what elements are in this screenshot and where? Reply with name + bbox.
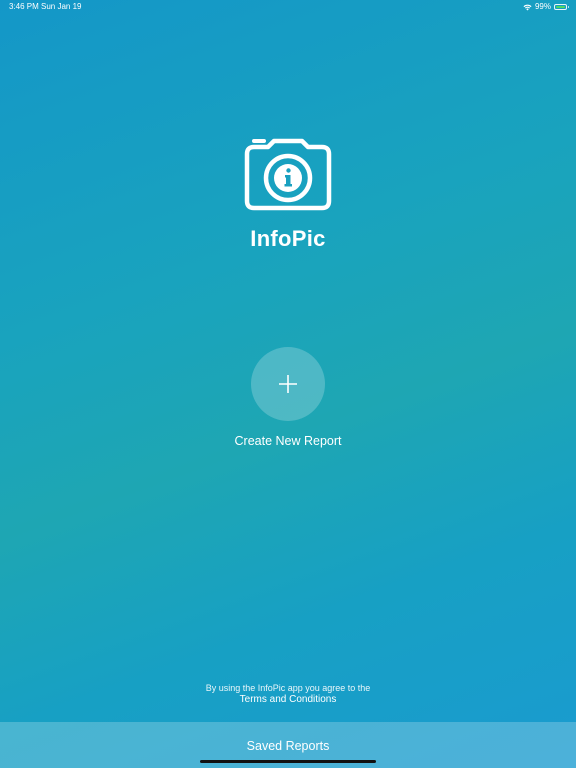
status-bar: 3:46 PM Sun Jan 19 99% bbox=[0, 0, 576, 14]
camera-info-icon bbox=[244, 138, 332, 211]
home-indicator[interactable] bbox=[200, 760, 376, 763]
battery-icon bbox=[554, 4, 569, 10]
status-time: 3:46 PM Sun Jan 19 bbox=[9, 2, 82, 11]
status-indicators: 99% bbox=[523, 0, 569, 14]
app-name: InfoPic bbox=[250, 226, 326, 251]
terms-agreement-text: By using the InfoPic app you agree to th… bbox=[205, 683, 371, 693]
saved-reports-label: Saved Reports bbox=[246, 739, 330, 753]
battery-percent: 99% bbox=[534, 2, 551, 11]
wifi-icon bbox=[523, 4, 532, 10]
create-report-label[interactable]: Create New Report bbox=[0, 434, 576, 448]
terms-and-conditions-link[interactable]: Terms and Conditions bbox=[0, 694, 576, 705]
battery-fill bbox=[556, 6, 565, 8]
plus-icon bbox=[279, 375, 297, 393]
create-report-button[interactable] bbox=[251, 347, 325, 421]
